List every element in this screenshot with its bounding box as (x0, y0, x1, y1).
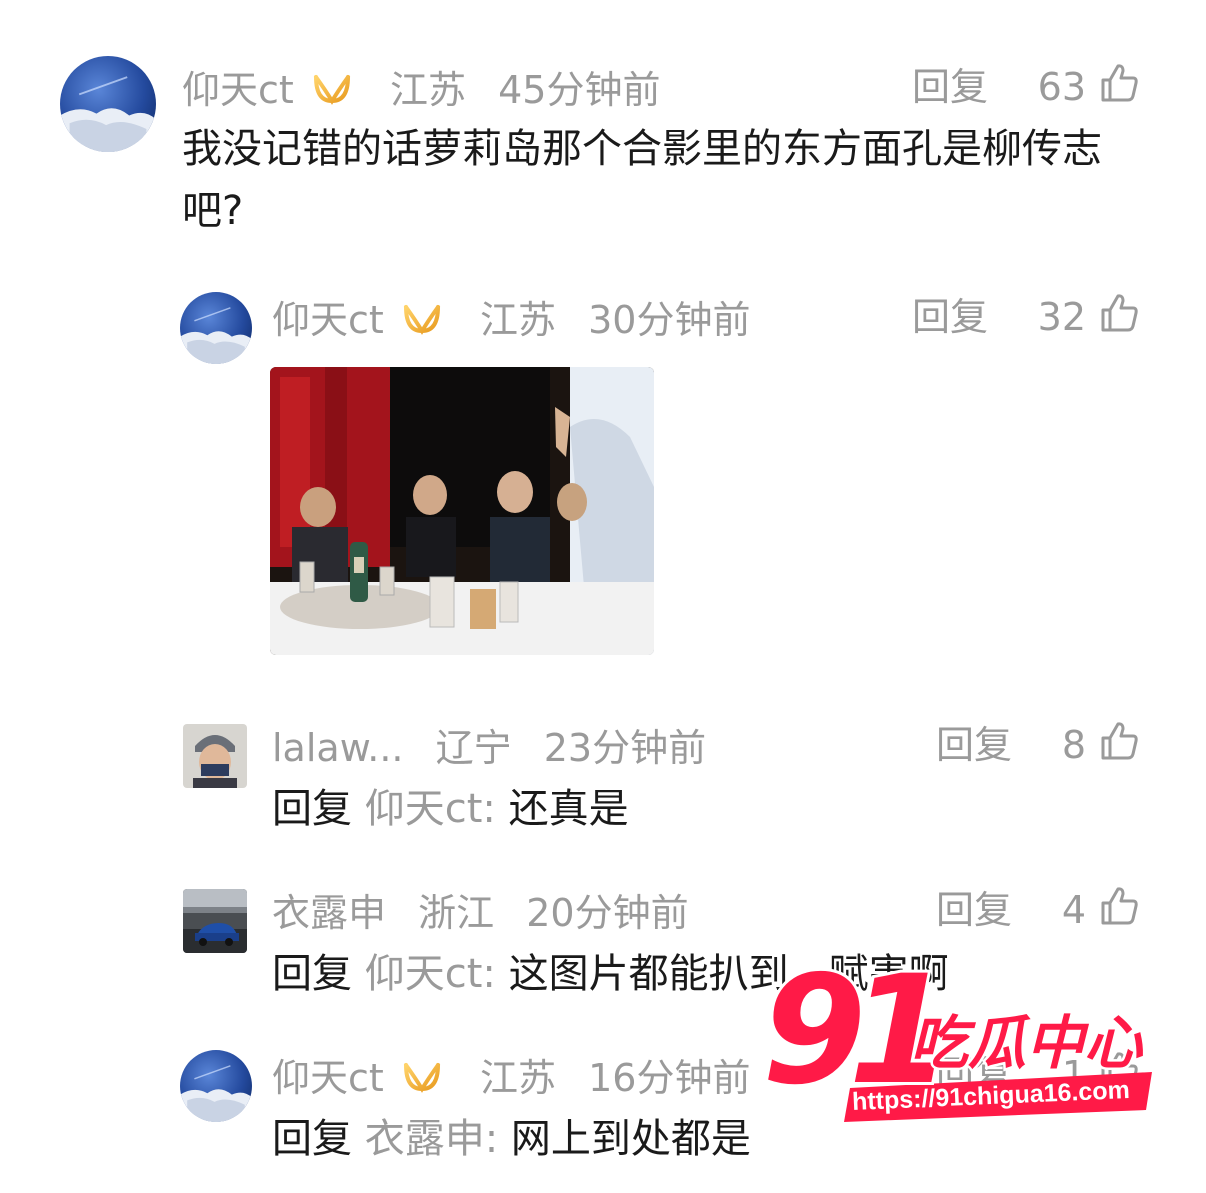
thumb-up-icon[interactable] (1098, 885, 1140, 927)
reply-prefix: 回复 (272, 951, 352, 997)
thumb-up-icon[interactable] (1098, 62, 1140, 104)
like-count: 32 (1037, 295, 1086, 339)
vip-badge-icon (402, 303, 442, 337)
like-count: 63 (1037, 65, 1086, 109)
timestamp: 20分钟前 (526, 890, 689, 935)
vip-badge-icon (402, 1061, 442, 1095)
username[interactable]: 仰天ct (272, 301, 384, 339)
reply-button[interactable]: 回复 (936, 726, 1012, 764)
reply-body: 还真是 (508, 786, 629, 832)
comment-meta: lalaw... 辽宁 23分钟前 (272, 726, 706, 767)
comment-meta: 仰天ct 江苏 45分钟前 (182, 68, 660, 109)
comment-meta: 仰天ct 江苏 16分钟前 (272, 1056, 750, 1097)
timestamp: 30分钟前 (588, 297, 751, 342)
location: 辽宁 (435, 725, 512, 770)
like-count: 8 (1061, 723, 1086, 767)
comment-meta: 衣露申 浙江 20分钟前 (272, 891, 689, 932)
reply-body: 网上到处都是 (510, 1116, 751, 1162)
reply-button[interactable]: 回复 (912, 68, 988, 106)
reply-target[interactable]: 仰天ct: (365, 786, 496, 832)
reply-prefix: 回复 (272, 786, 352, 832)
vip-badge-icon (312, 73, 352, 107)
reply-target[interactable]: 衣露申: (365, 1116, 498, 1162)
comment-meta: 仰天ct 江苏 30分钟前 (272, 298, 750, 339)
watermark-title: 吃瓜中心 (907, 1009, 1144, 1077)
location: 浙江 (418, 890, 495, 935)
location: 江苏 (389, 67, 466, 112)
thumb-up-icon[interactable] (1098, 292, 1140, 334)
reply-prefix: 回复 (272, 1116, 352, 1162)
like-count: 4 (1061, 888, 1086, 932)
thumb-up-icon[interactable] (1098, 720, 1140, 762)
username[interactable]: 衣露申 (272, 894, 386, 932)
reply-button[interactable]: 回复 (936, 891, 1012, 929)
avatar[interactable] (60, 56, 156, 152)
avatar[interactable] (183, 724, 247, 788)
comment-photo[interactable] (270, 367, 654, 655)
watermark-number: 91 (759, 944, 956, 1118)
reply-button[interactable]: 回复 (912, 298, 988, 336)
comment-text: 我没记错的话萝莉岛那个合影里的东方面孔是柳传志吧? (182, 126, 1102, 234)
username[interactable]: 仰天ct (182, 71, 294, 109)
timestamp: 23分钟前 (543, 725, 707, 770)
location: 江苏 (479, 297, 556, 342)
watermark: 91 吃瓜中心 https://91chigua16.com (759, 953, 1160, 1130)
comment-text: 回复 仰天ct: 还真是 (272, 778, 1132, 840)
avatar[interactable] (180, 292, 252, 364)
location: 江苏 (479, 1055, 556, 1100)
reply-target[interactable]: 仰天ct: (365, 951, 496, 997)
timestamp: 16分钟前 (588, 1055, 751, 1100)
timestamp: 45分钟前 (498, 67, 661, 112)
avatar[interactable] (180, 1050, 252, 1122)
username[interactable]: 仰天ct (272, 1059, 384, 1097)
username[interactable]: lalaw... (272, 729, 404, 767)
avatar[interactable] (183, 889, 247, 953)
